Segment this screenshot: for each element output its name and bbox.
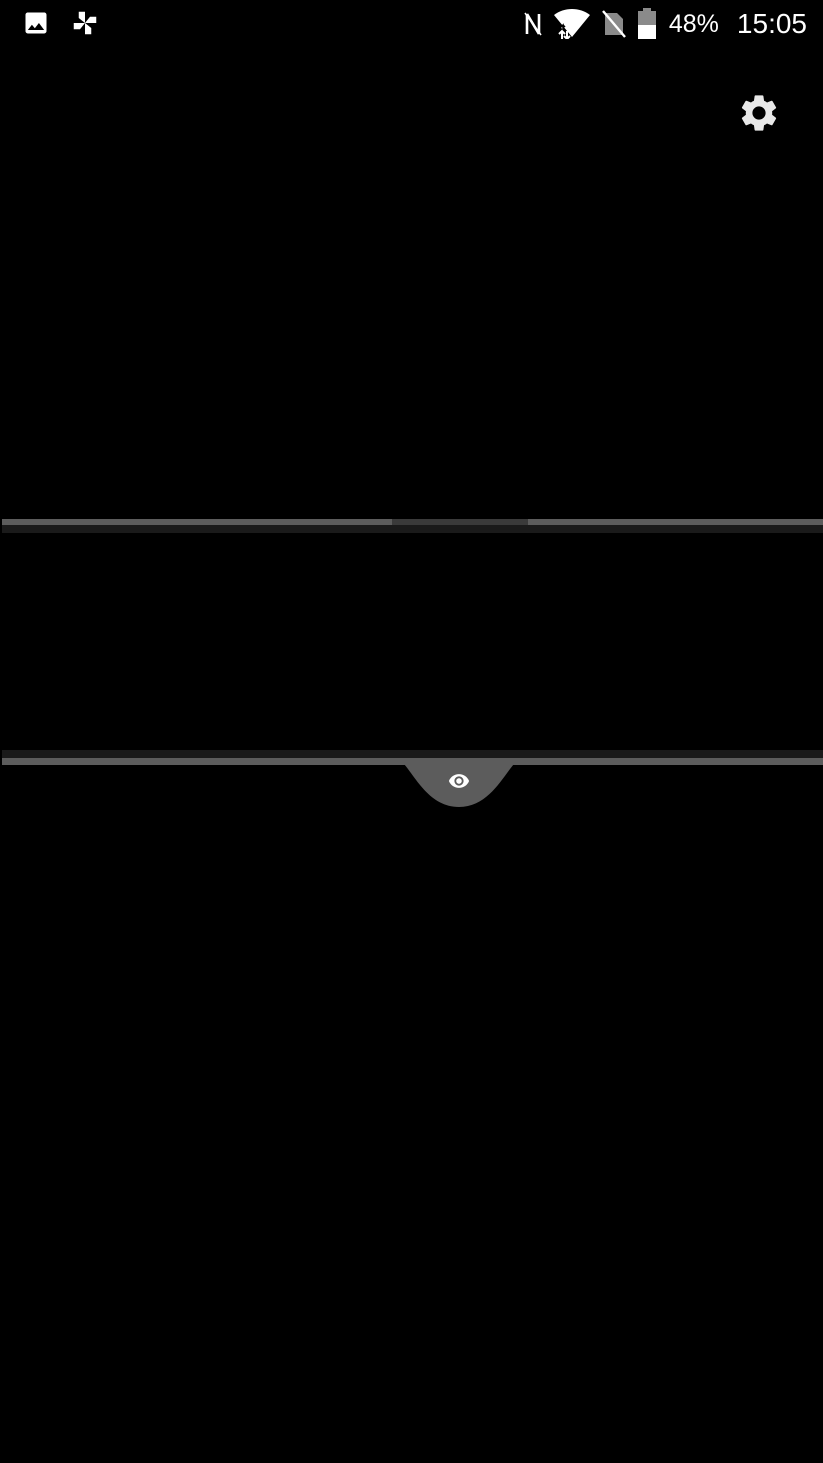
- settings-button[interactable]: [736, 90, 782, 136]
- mask-top-edge[interactable]: [2, 518, 823, 534]
- wifi-icon: [553, 9, 591, 39]
- nfc-icon: [523, 10, 543, 38]
- eye-icon: [444, 770, 474, 792]
- pinwheel-app-icon: [70, 8, 100, 38]
- reveal-toggle-tab[interactable]: [404, 764, 514, 808]
- screen: 48% 15:05: [0, 0, 823, 1463]
- mask-bottom-shadow: [2, 750, 823, 758]
- mask-top-shadow: [2, 525, 823, 533]
- status-bar-left: [22, 8, 100, 38]
- status-bar-right: 48% 15:05: [523, 6, 807, 42]
- battery-percent: 48%: [668, 9, 719, 38]
- clock: 15:05: [736, 8, 807, 39]
- gallery-notification-icon: [22, 9, 50, 37]
- battery-icon: [637, 8, 657, 40]
- no-sim-icon: [601, 9, 627, 39]
- status-bar: 48% 15:05: [0, 0, 823, 48]
- gear-icon: [737, 91, 781, 135]
